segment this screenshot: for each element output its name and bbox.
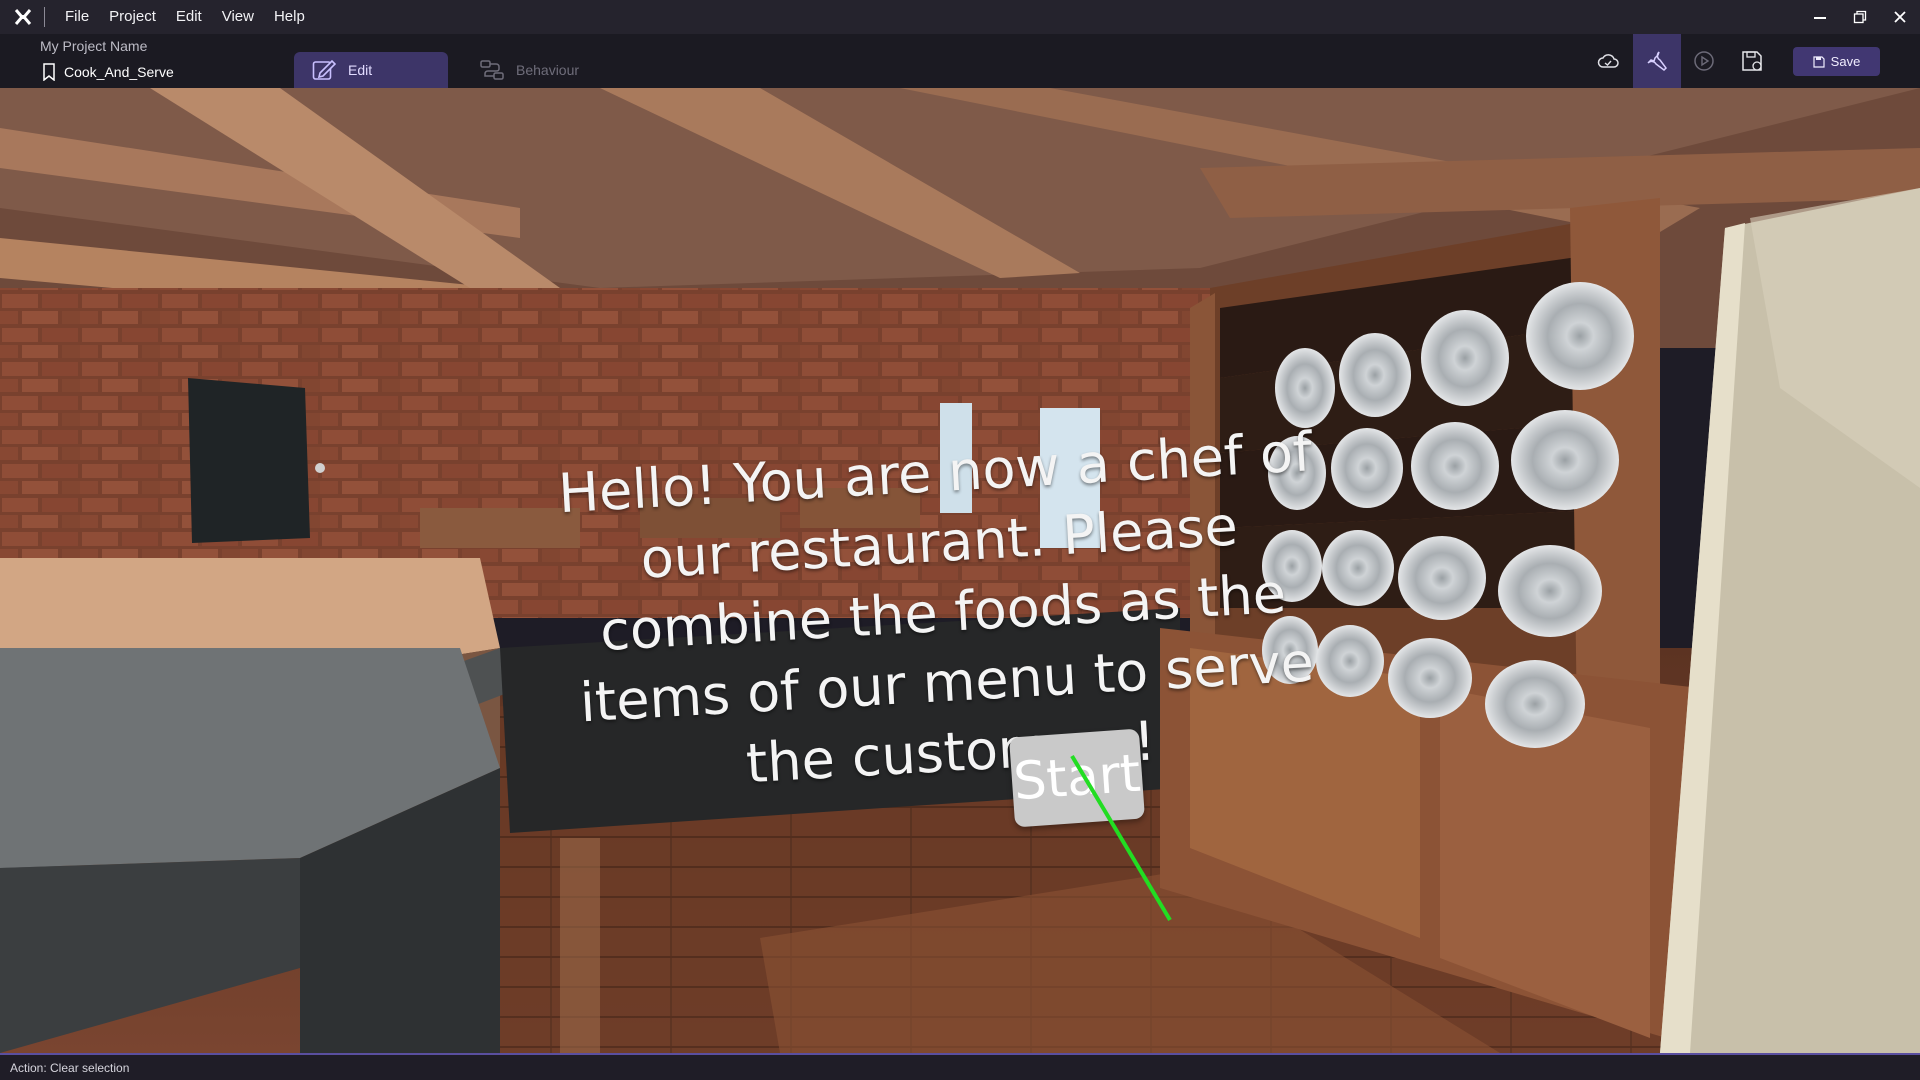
scene-viewport[interactable]: Hello! You are now a chef of our restaur… [0, 88, 1920, 1053]
edit-pencil-icon [312, 59, 336, 81]
tab-edit-label: Edit [348, 62, 373, 78]
project-name[interactable]: My Project Name [40, 38, 147, 54]
tab-behaviour[interactable]: Behaviour [462, 52, 612, 88]
menu-help[interactable]: Help [264, 0, 315, 34]
tab-behaviour-label: Behaviour [516, 62, 580, 78]
tools-button[interactable] [1633, 34, 1681, 88]
behaviour-flow-icon [480, 59, 504, 81]
close-button[interactable] [1880, 0, 1920, 34]
menu-project[interactable]: Project [99, 0, 166, 34]
title-separator [44, 7, 45, 27]
cloud-button[interactable] [1584, 34, 1632, 88]
minimize-button[interactable] [1800, 0, 1840, 34]
restore-button[interactable] [1840, 0, 1880, 34]
wrench-icon [1647, 51, 1667, 71]
minimize-icon [1814, 17, 1826, 19]
menu-edit[interactable]: Edit [166, 0, 212, 34]
window-controls [1800, 0, 1920, 34]
save-button[interactable]: Save [1793, 47, 1880, 76]
title-bar: File Project Edit View Help [0, 0, 1920, 34]
cloud-icon [1597, 54, 1619, 68]
floppy-icon [1813, 55, 1825, 68]
save-build-icon [1742, 51, 1762, 71]
close-icon [1894, 11, 1906, 23]
welcome-message: Hello! You are now a chef of our restaur… [556, 420, 1316, 796]
menu-view[interactable]: View [212, 0, 264, 34]
tab-edit[interactable]: Edit [294, 52, 448, 88]
status-text: Action: Clear selection [10, 1061, 130, 1075]
scene-selector[interactable]: Cook_And_Serve [42, 63, 174, 81]
start-button[interactable]: Start [1009, 728, 1145, 828]
toolbar: My Project Name Cook_And_Serve Edit Beha… [0, 34, 1920, 88]
bookmark-icon [43, 63, 55, 81]
scene-name: Cook_And_Serve [64, 64, 174, 80]
status-bar: Action: Clear selection [0, 1055, 1920, 1080]
save-build-button[interactable] [1728, 34, 1776, 88]
menu-file[interactable]: File [55, 0, 99, 34]
save-button-label: Save [1830, 54, 1861, 69]
app-logo-icon [12, 6, 34, 28]
play-icon [1694, 51, 1714, 71]
restore-icon [1853, 10, 1867, 24]
play-button[interactable] [1680, 34, 1728, 88]
